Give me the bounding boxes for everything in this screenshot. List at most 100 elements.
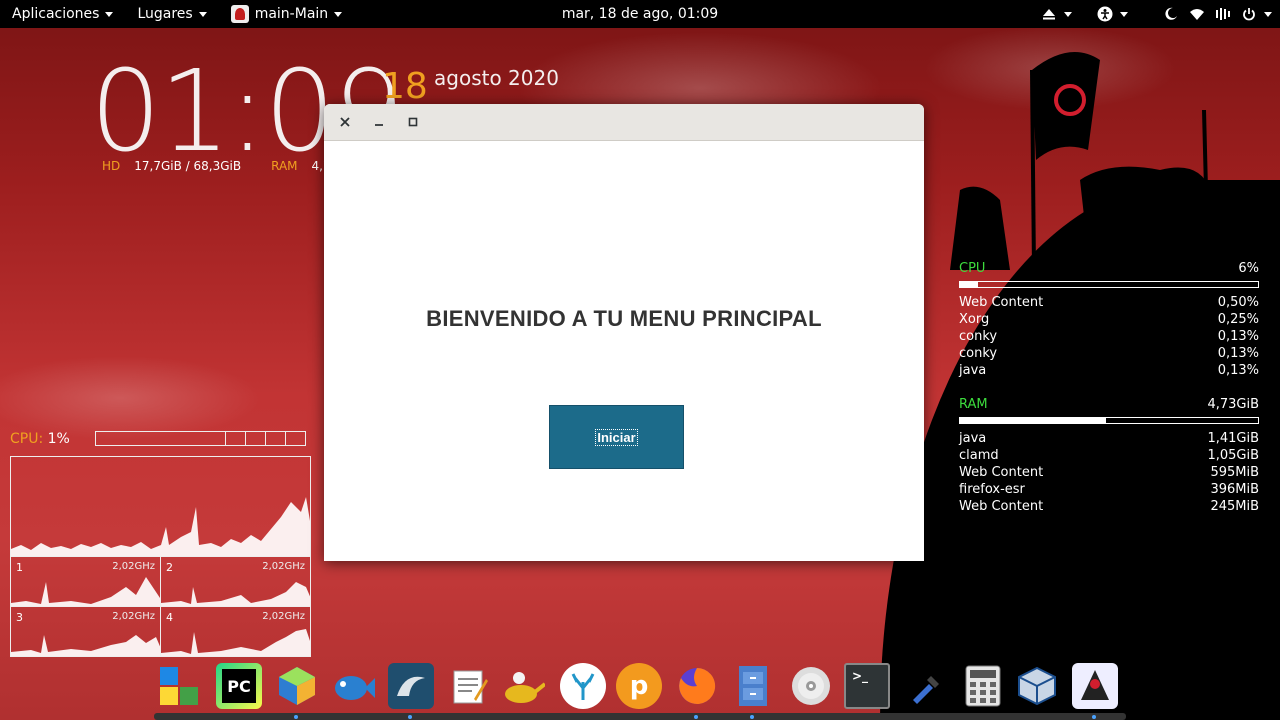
welcome-heading: BIENVENIDO A TU MENU PRINCIPAL (426, 306, 822, 331)
cpu-label-text: CPU: (10, 431, 44, 447)
process-row: firefox-esr 396MiB (959, 481, 1259, 498)
cpu-core-3-graph: 3 2,02GHz (10, 606, 161, 657)
cpu-usage-fill (960, 282, 978, 287)
applications-label: Aplicaciones (12, 6, 100, 22)
accessibility-icon[interactable] (1094, 3, 1116, 25)
start-button-label: Iniciar (595, 428, 638, 446)
conky-cpu-label: CPU: 1% (10, 431, 70, 447)
ram-title: RAM (959, 397, 988, 412)
cpu-core-2-graph: 2 2,02GHz (160, 556, 311, 607)
volume-icon[interactable] (1212, 3, 1234, 25)
eject-icon[interactable] (1038, 3, 1060, 25)
cpu-title: CPU (959, 261, 986, 276)
firefox-icon[interactable] (674, 663, 720, 709)
process-row: java 1,41GiB (959, 430, 1259, 447)
conky-month-year: agosto 2020 (434, 66, 559, 90)
java-duke-icon[interactable] (1072, 663, 1118, 709)
process-row: conky 0,13% (959, 345, 1259, 362)
process-value: 1,05GiB (1207, 448, 1259, 463)
running-indicator (408, 715, 412, 719)
process-name: Xorg (959, 312, 990, 327)
chevron-down-icon[interactable] (1120, 11, 1128, 17)
process-value: 0,50% (1217, 295, 1259, 310)
running-indicator (294, 715, 298, 719)
cpu-core-4-graph: 4 2,02GHz (160, 606, 311, 657)
process-name: firefox-esr (959, 482, 1025, 497)
color-picker-icon[interactable] (902, 663, 948, 709)
bluefish-icon[interactable] (330, 663, 376, 709)
cpu-total-graph (10, 456, 311, 557)
chevron-down-icon[interactable] (1264, 11, 1272, 17)
app-grid-icon[interactable] (156, 663, 202, 709)
mysql-workbench-icon[interactable] (388, 663, 434, 709)
active-app-label: main-Main (254, 6, 329, 22)
process-name: Web Content (959, 465, 1044, 480)
hd-value: 17,7GiB / 68,3GiB (134, 159, 242, 173)
process-value: 0,13% (1217, 346, 1259, 361)
maximize-icon[interactable] (398, 107, 428, 137)
places-label: Lugares (137, 6, 193, 22)
process-value: 595MiB (1210, 465, 1259, 480)
ram-total: 4,73GiB (1207, 397, 1259, 412)
process-row: clamd 1,05GiB (959, 447, 1259, 464)
process-row: Xorg 0,25% (959, 311, 1259, 328)
cpu-value-text: 1% (47, 431, 70, 447)
main-window: BIENVENIDO A TU MENU PRINCIPAL Iniciar (324, 104, 924, 561)
running-indicator (694, 715, 698, 719)
cpu-core-1-graph: 1 2,02GHz (10, 556, 161, 607)
applications-menu[interactable]: Aplicaciones (0, 0, 125, 28)
conky-cpu-panel: CPU 6% Web Content 0,50% Xorg 0,25% conky 0,1… (959, 260, 1259, 379)
top-bar: Aplicaciones Lugares main-Main mar, 18 d… (0, 0, 1280, 28)
cpu-total: 6% (1238, 261, 1259, 276)
process-name: conky (959, 346, 998, 361)
3d-cube-icon[interactable] (274, 663, 320, 709)
process-row: Web Content 245MiB (959, 498, 1259, 515)
night-mode-icon[interactable] (1160, 3, 1182, 25)
power-icon[interactable] (1238, 3, 1260, 25)
running-indicator (750, 715, 754, 719)
places-menu[interactable]: Lugares (125, 0, 218, 28)
pycharm-icon[interactable]: PC (216, 663, 262, 709)
chevron-down-icon[interactable] (1064, 11, 1072, 17)
close-icon[interactable] (330, 107, 360, 137)
conky-cpu-bar (95, 431, 306, 446)
virtualbox-icon[interactable] (1014, 663, 1060, 709)
process-value: 0,13% (1217, 329, 1259, 344)
chevron-down-icon (334, 11, 343, 17)
pinta-icon[interactable]: p (616, 663, 662, 709)
process-value: 0,25% (1217, 312, 1259, 327)
chevron-down-icon (105, 11, 114, 17)
running-indicator (1092, 715, 1096, 719)
datetime-menu[interactable]: mar, 18 de ago, 01:09 (562, 0, 718, 28)
process-name: Web Content (959, 295, 1044, 310)
dock-bar (154, 713, 1126, 720)
process-name: conky (959, 329, 998, 344)
start-button[interactable]: Iniciar (549, 405, 684, 469)
conky-storage-line: HD 17,7GiB / 68,3GiB RAM 4,73GiB (102, 159, 359, 173)
process-row: Web Content 595MiB (959, 464, 1259, 481)
text-editor-icon[interactable] (446, 663, 492, 709)
wifi-icon[interactable] (1186, 3, 1208, 25)
disc-icon[interactable] (788, 663, 834, 709)
process-row: java 0,13% (959, 362, 1259, 379)
process-name: java (959, 363, 987, 378)
file-cabinet-icon[interactable] (730, 663, 776, 709)
java-app-icon (230, 5, 249, 23)
process-row: conky 0,13% (959, 328, 1259, 345)
genie-lamp-icon[interactable] (500, 663, 546, 709)
coral-app-icon[interactable] (560, 663, 606, 709)
window-titlebar[interactable] (324, 104, 924, 141)
process-name: Web Content (959, 499, 1044, 514)
ram-label: RAM (271, 159, 298, 173)
cpu-usage-bar (959, 281, 1259, 288)
process-name: java (959, 431, 987, 446)
process-row: Web Content 0,50% (959, 294, 1259, 311)
process-value: 245MiB (1210, 499, 1259, 514)
calculator-icon[interactable] (960, 663, 1006, 709)
process-value: 1,41GiB (1207, 431, 1259, 446)
terminal-icon[interactable]: >_ (844, 663, 890, 709)
active-app-menu[interactable]: main-Main (219, 0, 354, 28)
minimize-icon[interactable] (364, 107, 394, 137)
conky-ram-panel: RAM 4,73GiB java 1,41GiB clamd 1,05GiB Web C… (959, 396, 1259, 515)
hd-label: HD (102, 159, 121, 173)
